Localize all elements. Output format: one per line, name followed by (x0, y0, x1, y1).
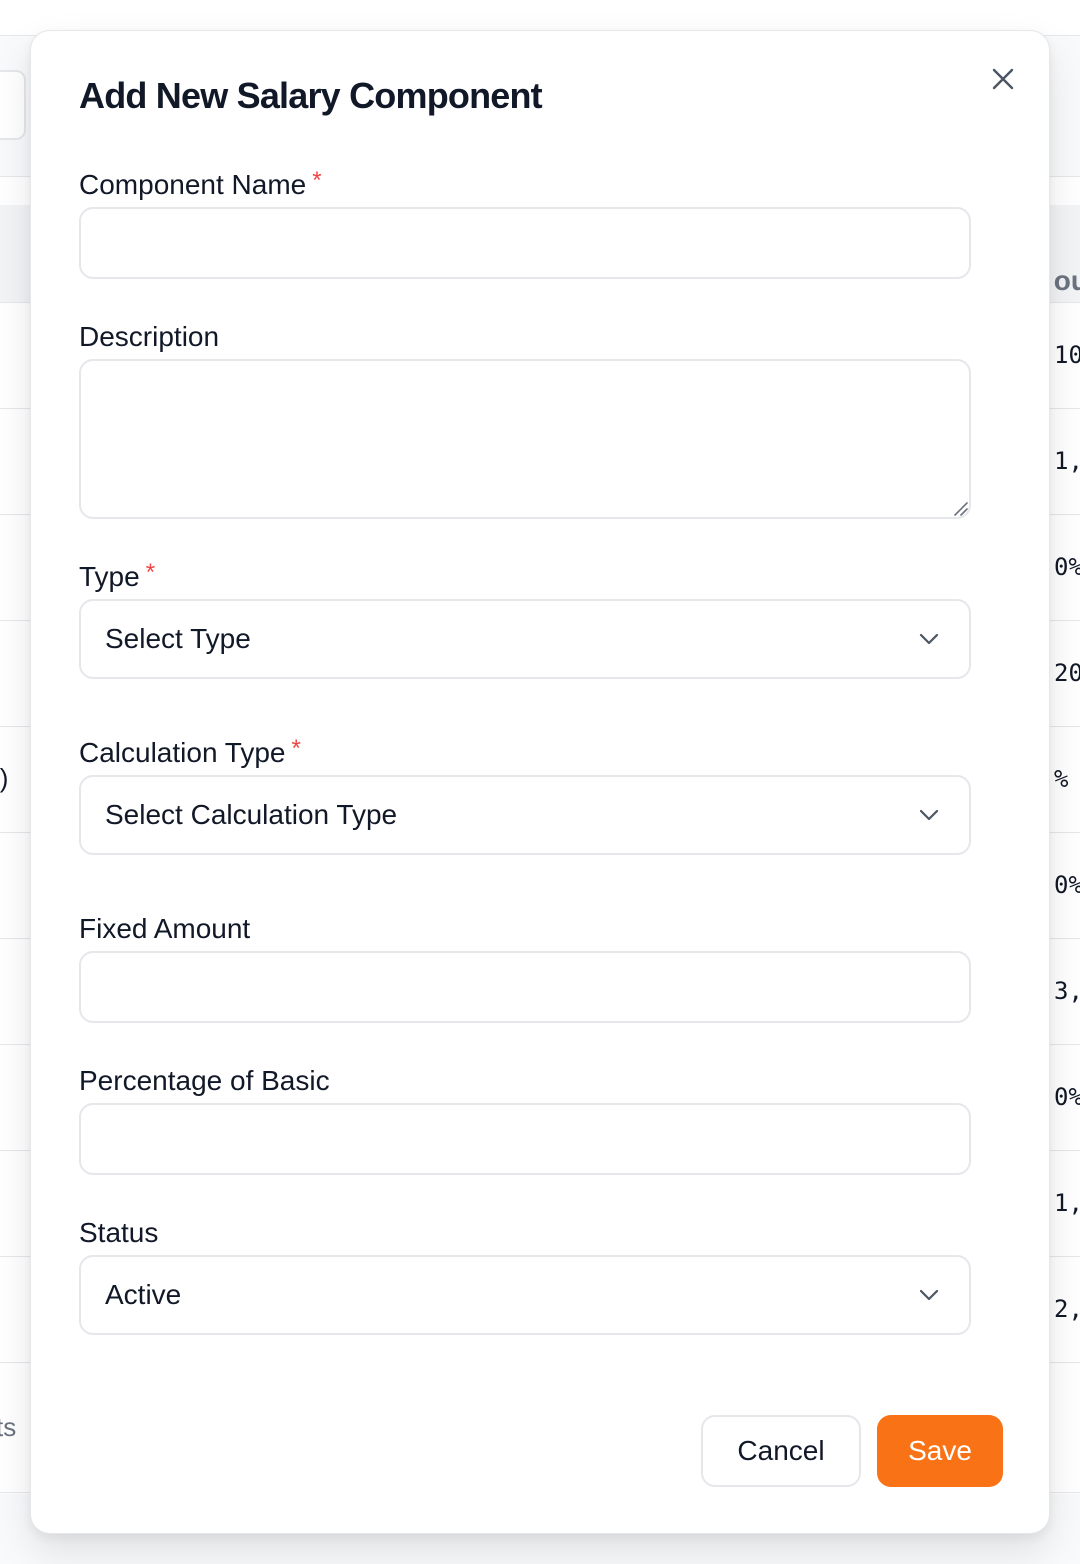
save-button[interactable]: Save (877, 1415, 1003, 1487)
description-label: Description (79, 321, 219, 353)
calculation-type-select[interactable]: Select Calculation Type (79, 775, 971, 855)
percentage-of-basic-label-text: Percentage of Basic (79, 1065, 330, 1096)
table-cell: 1, (1054, 447, 1080, 475)
status-select-value: Active (105, 1279, 182, 1310)
chevron-down-icon (917, 627, 941, 651)
chevron-down-icon (917, 1283, 941, 1307)
status-select[interactable]: Active (79, 1255, 971, 1335)
table-cell: l) (0, 763, 9, 793)
table-cell: 0% (1054, 1083, 1080, 1111)
component-name-label-text: Component Name (79, 169, 307, 200)
required-mark: * (145, 559, 156, 586)
close-button[interactable] (985, 61, 1021, 97)
status-label: Status (79, 1217, 158, 1249)
type-label-text: Type (79, 561, 140, 592)
table-cell: 0% (1054, 553, 1080, 581)
component-name-label: Component Name * (79, 167, 322, 201)
fixed-amount-label: Fixed Amount (79, 913, 250, 945)
fixed-amount-label-text: Fixed Amount (79, 913, 251, 944)
percentage-of-basic-input[interactable] (79, 1103, 971, 1175)
fixed-amount-input[interactable] (79, 951, 971, 1023)
required-mark: * (291, 735, 301, 762)
modal-title: Add New Salary Component (79, 75, 543, 116)
background-footer-text: ts (0, 1412, 17, 1442)
component-name-input[interactable] (79, 207, 971, 279)
type-label: Type * (79, 559, 156, 593)
table-cell: 2, (1054, 1295, 1080, 1323)
table-cell: 0% (1054, 871, 1080, 899)
table-cell: 20 (1054, 659, 1080, 687)
type-select[interactable]: Select Type (79, 599, 971, 679)
chevron-down-icon (917, 803, 941, 827)
calculation-type-label: Calculation Type * (79, 735, 301, 769)
required-mark: * (312, 167, 322, 194)
description-textarea[interactable] (79, 359, 971, 519)
table-cell: 1, (1054, 1189, 1080, 1217)
close-icon (992, 68, 1014, 90)
background-search-box (0, 70, 26, 140)
cancel-button[interactable]: Cancel (701, 1415, 861, 1487)
calculation-type-select-value: Select Calculation Type (105, 799, 398, 830)
type-select-value: Select Type (105, 623, 251, 654)
table-cell: % (1054, 765, 1069, 793)
table-cell: 3, (1054, 977, 1080, 1005)
description-label-text: Description (79, 321, 220, 352)
resize-handle-icon[interactable] (951, 499, 969, 517)
status-label-text: Status (79, 1217, 159, 1248)
calculation-type-label-text: Calculation Type (79, 737, 286, 768)
percentage-of-basic-label: Percentage of Basic (79, 1065, 330, 1097)
background-header-fragment: ou (1053, 265, 1080, 296)
add-salary-component-modal: Add New Salary Component Component Name *… (30, 30, 1050, 1534)
table-cell: 10 (1054, 341, 1080, 369)
